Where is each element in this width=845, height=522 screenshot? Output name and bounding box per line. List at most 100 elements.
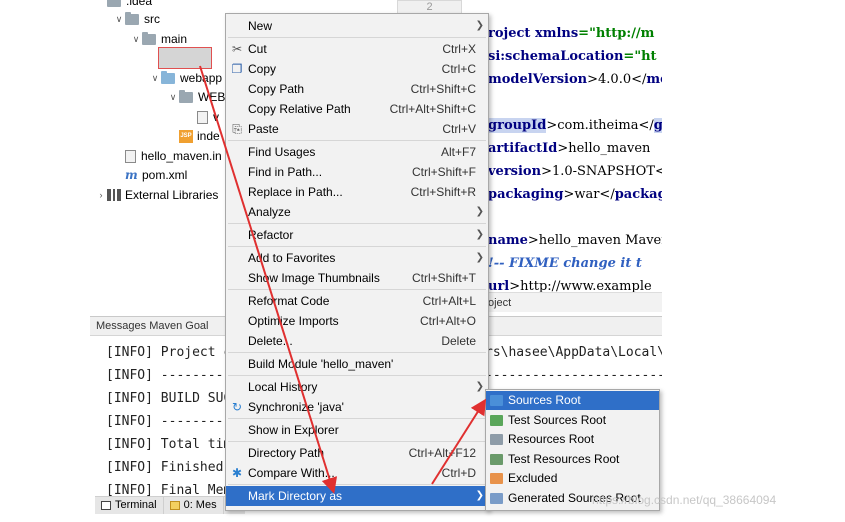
menu-item-show-in-explorer[interactable]: Show in Explorer [226,420,488,440]
submenu-arrow-icon: ❯ [475,229,484,240]
code-editor[interactable]: roject xmlns="http://m si:schemaLocation=… [462,0,662,298]
tree-item-pom-xml[interactable]: m pom.xml [113,165,187,185]
code-token: xmlns [534,26,579,41]
menu-item-synchronize-java[interactable]: ↻ Synchronize 'java' [226,397,488,417]
code-token: >com.itheima</ [546,118,654,133]
menu-item-label: Cut [248,42,267,56]
code-line: artifactId>hello_maven [488,139,650,159]
code-token: >1.0-SNAPSHOT</ [541,164,662,179]
menu-item-find-in-path[interactable]: Find in Path... Ctrl+Shift+F [226,162,488,182]
menu-item-compare-with[interactable]: ✱ Compare With... Ctrl+D [226,463,488,483]
menu-item-label: Analyze [248,205,291,219]
code-token: >4.0.0</ [587,72,647,87]
menu-item-paste[interactable]: ⎘ Paste Ctrl+V [226,119,488,139]
folder-icon [107,0,121,7]
tree-item-webapp[interactable]: ∨ webapp [149,68,222,88]
editor-breadcrumb[interactable]: oject [462,292,662,312]
selected-folder-highlight [158,47,212,69]
tree-item-label: hello_maven.in [141,149,222,163]
menu-item-local-history[interactable]: Local History ❯ [226,377,488,397]
menu-item-label: Find Usages [248,145,316,159]
bottom-tab-0-mes[interactable]: 0: Mes [164,497,224,514]
folder-icon [161,70,175,84]
menu-item-refactor[interactable]: Refactor ❯ [226,225,488,245]
menu-item-directory-path[interactable]: Directory Path Ctrl+Alt+F12 [226,443,488,463]
menu-item-shortcut: Alt+F7 [440,145,476,159]
menu-item-label: Directory Path [248,446,325,460]
folder-icon [125,11,139,25]
console-line: [INFO] Finished [106,460,224,475]
menu-separator [228,484,486,485]
tree-item-web[interactable]: ∨ WEB [167,87,225,107]
submenu-item-test-resources-root[interactable]: Test Resources Root [486,450,659,469]
menu-item-cut[interactable]: ✂ Cut Ctrl+X [226,39,488,59]
code-token: packag [614,187,662,202]
menu-item-label: Paste [248,122,279,136]
menu-separator [228,223,486,224]
maven-icon: m [125,168,138,182]
menu-separator [228,140,486,141]
menu-separator [228,352,486,353]
libraries-icon [107,189,121,201]
submenu-item-test-sources-root[interactable]: Test Sources Root [486,411,659,430]
console-line-tail: --------------------------- [485,368,662,383]
menu-item-label: Synchronize 'java' [248,400,344,414]
sources-root-icon [490,395,503,406]
folder-icon [179,89,193,103]
menu-item-add-to-favorites[interactable]: Add to Favorites ❯ [226,248,488,268]
menu-separator [228,246,486,247]
menu-item-label: Reformat Code [248,294,330,308]
menu-item-replace-in-path[interactable]: Replace in Path... Ctrl+Shift+R [226,182,488,202]
menu-item-copy-path[interactable]: Copy Path Ctrl+Shift+C [226,79,488,99]
expand-arrow-icon[interactable]: ∨ [113,9,125,29]
jsp-file-icon: JSP [179,129,193,143]
tree-item-label: main [161,32,188,46]
code-line: name>hello_maven Maven [488,231,662,251]
menu-item-optimize-imports[interactable]: Optimize Imports Ctrl+Alt+O [226,311,488,331]
submenu-item-resources-root[interactable]: Resources Root [486,430,659,449]
tree-item-label: v [213,110,219,124]
menu-item-find-usages[interactable]: Find Usages Alt+F7 [226,142,488,162]
submenu-item-excluded[interactable]: Excluded [486,469,659,488]
submenu-arrow-icon: ❯ [475,252,484,263]
tree-item-label: pom.xml [142,168,188,182]
menu-item-build-module-hello-maven[interactable]: Build Module 'hello_maven' [226,354,488,374]
submenu-item-label: Excluded [508,471,558,486]
tree-item-external-libraries[interactable]: › External Libraries [95,185,219,205]
tree-item-main[interactable]: ∨ main [130,29,187,49]
menu-item-label: Delete... [248,334,293,348]
code-token: version [488,164,542,179]
menu-item-shortcut: Ctrl+Shift+R [410,185,476,199]
menu-item-copy-relative-path[interactable]: Copy Relative Path Ctrl+Alt+Shift+C [226,99,488,119]
menu-item-label: New [248,19,273,33]
expand-arrow-icon[interactable]: ∨ [130,29,142,49]
submenu-item-sources-root[interactable]: Sources Root [486,391,659,410]
menu-item-shortcut: Ctrl+X [442,42,476,56]
menu-item-copy[interactable]: ❐ Copy Ctrl+C [226,59,488,79]
submenu-arrow-icon: ❯ [475,20,484,31]
tree-item-hello-maven-in[interactable]: hello_maven.in [113,146,222,166]
menu-item-label: Replace in Path... [248,185,343,199]
copy-icon: ❐ [231,62,243,76]
expand-arrow-icon[interactable]: ∨ [167,87,179,107]
menu-item-show-image-thumbnails[interactable]: Show Image Thumbnails Ctrl+Shift+T [226,268,488,288]
tree-item-src[interactable]: ∨ src [113,9,160,29]
tree-item-label: src [144,12,160,26]
expand-arrow-icon[interactable]: › [95,185,107,205]
bottom-tab-terminal[interactable]: Terminal [95,497,164,514]
code-token: >war</ [563,187,615,202]
expand-arrow-icon[interactable]: ∨ [149,68,161,88]
watermark-text: https://blog.csdn.net/qq_38664094 [592,493,777,507]
console-line: [INFO] Project c [106,345,232,360]
menu-item-analyze[interactable]: Analyze ❯ [226,202,488,222]
menu-item-mark-directory-as[interactable]: Mark Directory as ❯ [226,486,488,506]
menu-item-reformat-code[interactable]: Reformat Code Ctrl+Alt+L [226,291,488,311]
tree-item-inde[interactable]: JSP inde [167,126,220,146]
tree-item-v[interactable]: v [185,107,219,127]
menu-item-shortcut: Ctrl+Alt+L [422,294,476,308]
console-line-tail: rs\hasee\AppData\Local\ [485,345,662,360]
menu-item-shortcut: Ctrl+Alt+F12 [408,446,476,460]
menu-item-new[interactable]: New ❯ [226,16,488,36]
menu-item-shortcut: Ctrl+Shift+F [411,165,476,179]
menu-item-delete[interactable]: Delete... Delete [226,331,488,351]
